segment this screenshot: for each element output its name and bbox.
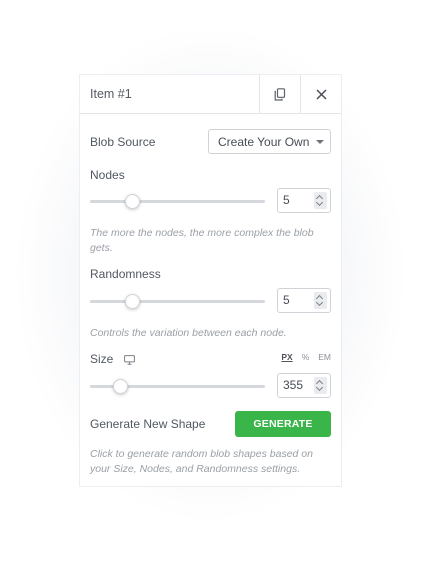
repeater-item-panel: Item #1 Blob Source Create Your Own Node… [80, 75, 341, 486]
blob-source-select[interactable]: Create Your Own [208, 129, 331, 154]
nodes-control-row: 5 [90, 188, 331, 214]
spinner-icon[interactable] [314, 292, 327, 309]
nodes-slider-handle[interactable] [125, 194, 140, 209]
nodes-help-text: The more the nodes, the more complex the… [90, 227, 314, 254]
size-unit-switcher: PX % EM [281, 352, 331, 362]
size-label-row: Size PX % EM [90, 350, 331, 366]
nodes-label: Nodes [90, 168, 125, 182]
blob-source-value: Create Your Own [218, 134, 310, 149]
randomness-label: Randomness [90, 267, 161, 281]
unit-em[interactable]: EM [318, 352, 331, 362]
nodes-label-row: Nodes [90, 166, 331, 184]
close-icon [315, 88, 327, 100]
randomness-label-row: Randomness [90, 265, 331, 283]
size-number-input[interactable]: 355 [277, 373, 331, 398]
spinner-icon[interactable] [314, 192, 327, 209]
copy-icon [274, 87, 286, 101]
spinner-icon[interactable] [314, 377, 327, 394]
randomness-value: 5 [283, 293, 290, 307]
randomness-control-row: 5 [90, 288, 331, 314]
generate-help-text: Click to generate random blob shapes bas… [90, 448, 313, 475]
size-control-row: 355 [90, 373, 331, 399]
size-value: 355 [283, 378, 304, 392]
nodes-slider-track[interactable] [90, 200, 265, 203]
generate-row: Generate New Shape GENERATE [90, 411, 331, 437]
nodes-number-input[interactable]: 5 [277, 188, 331, 213]
randomness-help-text: Controls the variation between each node… [90, 327, 287, 339]
size-slider-handle[interactable] [113, 379, 128, 394]
duplicate-button[interactable] [259, 75, 300, 113]
randomness-slider-handle[interactable] [125, 294, 140, 309]
generate-button[interactable]: GENERATE [235, 411, 331, 437]
unit-percent[interactable]: % [302, 352, 310, 362]
desktop-icon[interactable] [124, 352, 135, 370]
panel-header: Item #1 [80, 75, 341, 114]
randomness-slider-track[interactable] [90, 300, 265, 303]
item-title[interactable]: Item #1 [80, 75, 259, 113]
generate-label: Generate New Shape [90, 417, 206, 431]
unit-px[interactable]: PX [281, 352, 292, 362]
randomness-number-input[interactable]: 5 [277, 288, 331, 313]
size-label: Size [90, 352, 114, 366]
editor-stage: Item #1 Blob Source Create Your Own Node… [0, 0, 421, 571]
blob-source-row: Blob Source Create Your Own [90, 129, 331, 155]
blob-source-label: Blob Source [90, 135, 156, 149]
close-button[interactable] [300, 75, 341, 113]
chevron-down-icon [316, 140, 324, 144]
nodes-value: 5 [283, 193, 290, 207]
